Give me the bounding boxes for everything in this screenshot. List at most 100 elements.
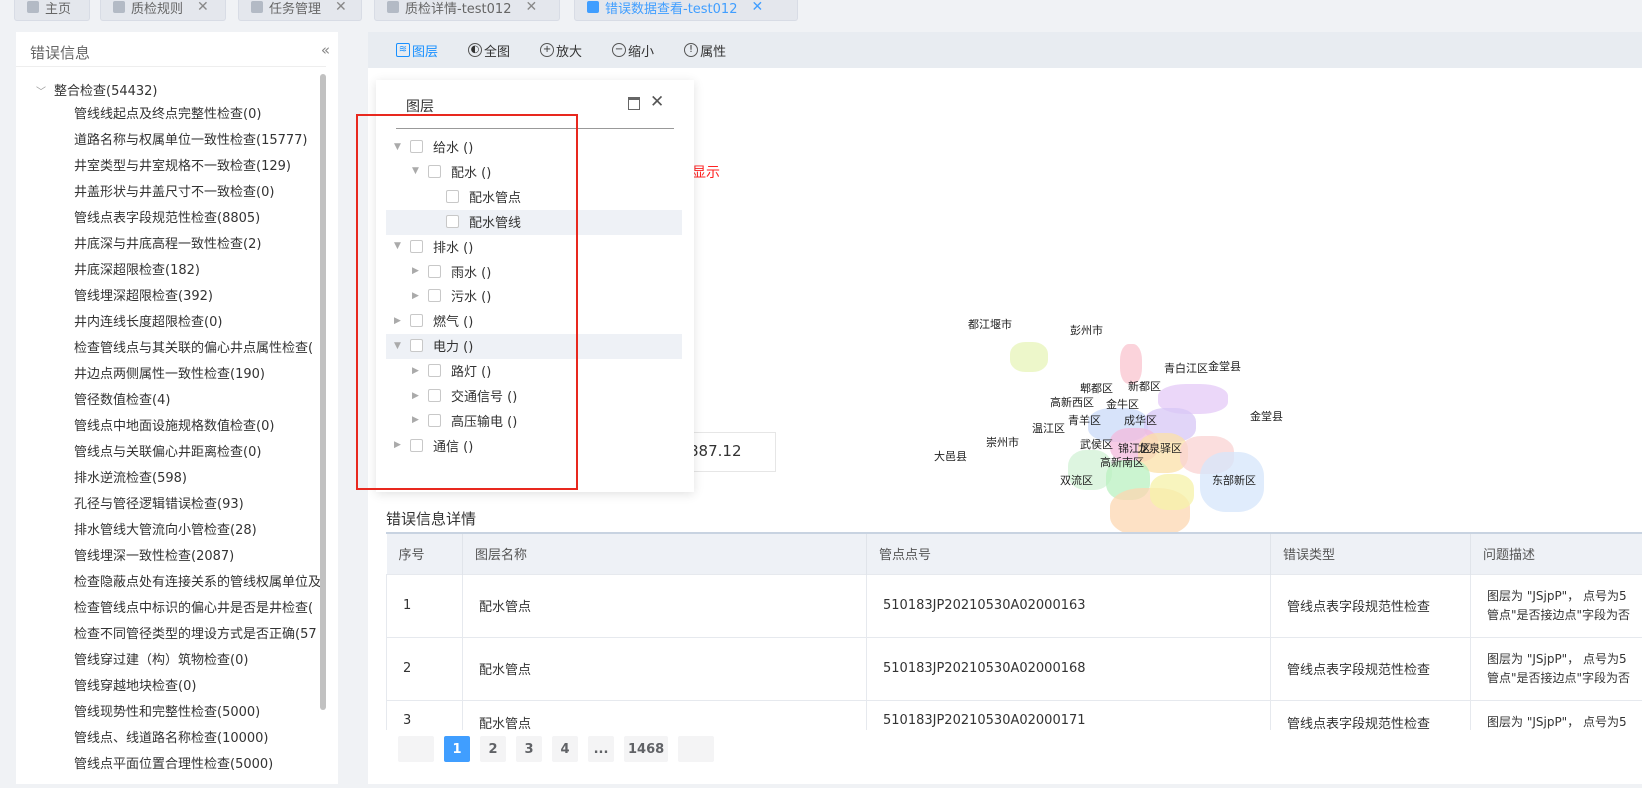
tab-label: 质检规则	[131, 1, 184, 17]
tree-item[interactable]: 管线点、线道路名称检查(10000)	[74, 729, 338, 755]
column-header[interactable]: 图层名称	[462, 534, 867, 574]
tree-item[interactable]: 井底深超限检查(182)	[74, 261, 338, 287]
column-header[interactable]: 序号	[386, 534, 463, 574]
trash-icon[interactable]	[628, 97, 640, 110]
page-button[interactable]: 3	[516, 736, 542, 762]
tree-item[interactable]: 井底深与井底高程一致性检查(2)	[74, 235, 338, 261]
tree-item[interactable]: 孔径与管径逻辑错误检查(93)	[74, 495, 338, 521]
cell-id: 510183JP20210530A02000168	[866, 636, 1271, 701]
tree-item[interactable]: 管线穿过建（构）筑物检查(0)	[74, 651, 338, 677]
detail-title: 错误信息详情	[386, 510, 477, 528]
check-list: 管线线起点及终点完整性检查(0) 道路名称与权属单位一致性检查(15777) 井室类…	[74, 105, 338, 781]
column-header[interactable]: 管点点号	[866, 534, 1271, 574]
tree-item[interactable]: 管径数值检查(4)	[74, 391, 338, 417]
layers-button[interactable]: ≋ 图层	[396, 41, 438, 60]
annotation-box	[356, 114, 578, 490]
cell-no: 3	[386, 699, 463, 733]
tree-item[interactable]: 井边点两侧属性一致性检查(190)	[74, 365, 338, 391]
table-row[interactable]: 3 配水管点 510183JP20210530A02000171 管线点表字段规…	[386, 699, 1642, 733]
map-label: 新都区	[1128, 380, 1161, 393]
tab-task-management[interactable]: 任务管理 ✕	[238, 0, 362, 21]
tree-item[interactable]: 道路名称与权属单位一致性检查(15777)	[74, 131, 338, 157]
cell-desc: 图层为 "JSjpP"， 点号为5	[1470, 699, 1642, 733]
more-pages-button[interactable]: ...	[588, 736, 614, 762]
desc-line: 图层为 "JSjpP"， 点号为5	[1487, 651, 1627, 666]
zoom-in-button[interactable]: + 放大	[540, 41, 582, 60]
double-chevron-left-icon[interactable]: «	[321, 41, 330, 59]
tree-item[interactable]: 检查管线点中标识的偏心井是否是井检查(	[74, 599, 338, 625]
map-toolbar: ≋ 图层 ◐ 全图 + 放大 − 缩小 ! 属性	[368, 32, 1642, 68]
page-button[interactable]: 2	[480, 736, 506, 762]
tree-item[interactable]: 管线线起点及终点完整性检查(0)	[74, 105, 338, 131]
tree-item[interactable]: 井内连线长度超限检查(0)	[74, 313, 338, 339]
document-icon	[113, 1, 125, 13]
tree-item[interactable]: 管线点与关联偏心井距离检查(0)	[74, 443, 338, 469]
close-icon[interactable]: ✕	[197, 0, 209, 15]
tree-item[interactable]: 排水管线大管流向小管检查(28)	[74, 521, 338, 547]
chevron-down-icon[interactable]: ﹀	[36, 83, 48, 98]
table-row[interactable]: 2 配水管点 510183JP20210530A02000168 管线点表字段规…	[386, 636, 1642, 701]
next-page-button[interactable]	[678, 736, 715, 762]
close-icon[interactable]: ✕	[525, 0, 537, 15]
tree-item[interactable]: 管线点表字段规范性检查(8805)	[74, 209, 338, 235]
prev-page-button[interactable]	[398, 736, 434, 762]
cell-type: 管线点表字段规范性检查	[1270, 699, 1471, 733]
map-label: 彭州市	[1070, 324, 1103, 337]
close-icon[interactable]: ✕	[751, 0, 763, 15]
cell-layer: 配水管点	[462, 573, 867, 638]
tree-item[interactable]: 管线点中地面设施规格数值检查(0)	[74, 417, 338, 443]
zoom-out-label: 缩小	[628, 44, 655, 60]
map-label: 金牛区	[1106, 398, 1139, 411]
zoom-out-button[interactable]: − 缩小	[612, 41, 654, 60]
panel-title: 错误信息	[30, 44, 91, 62]
cell-desc: 图层为 "JSjpP"， 点号为5 管点"是否接边点"字段为否	[1470, 636, 1642, 701]
cell-layer: 配水管点	[462, 699, 867, 733]
properties-button[interactable]: ! 属性	[684, 41, 726, 60]
tab-qc-rules[interactable]: 质检规则 ✕	[100, 0, 226, 21]
tab-home[interactable]: 主页	[14, 0, 90, 21]
tab-bar: 主页 质检规则 ✕ 任务管理 ✕ 质检详情-test012 ✕ 错误数据查看-t…	[0, 0, 1642, 22]
tree-item[interactable]: 检查隐蔽点处有连接关系的管线权属单位及	[74, 573, 338, 599]
page-button[interactable]: 1	[444, 736, 470, 762]
close-icon[interactable]: ✕	[335, 0, 347, 15]
table-row[interactable]: 1 配水管点 510183JP20210530A02000163 管线点表字段规…	[386, 573, 1642, 638]
tree-item[interactable]: 井盖形状与井盖尺寸不一致检查(0)	[74, 183, 338, 209]
document-search-icon	[587, 1, 599, 13]
tree-item[interactable]: 井室类型与井室规格不一致检查(129)	[74, 157, 338, 183]
map-label: 金堂县	[1208, 360, 1241, 373]
column-header[interactable]: 问题描述	[1470, 534, 1642, 574]
cell-no: 1	[386, 573, 463, 638]
scrollbar[interactable]	[320, 74, 326, 710]
map-label: 东部新区	[1212, 474, 1256, 487]
layers-label: 图层	[412, 44, 439, 60]
tree-root-label: 整合检查(54432)	[54, 84, 158, 99]
desc-line: 图层为 "JSjpP"， 点号为5	[1487, 588, 1627, 603]
page-button[interactable]: 4	[552, 736, 578, 762]
column-header[interactable]: 错误类型	[1270, 534, 1471, 574]
tree-item[interactable]: 检查不同管径类型的埋设方式是否正确(57	[74, 625, 338, 651]
tree-item[interactable]: 管线埋深超限检查(392)	[74, 287, 338, 313]
map-label: 温江区	[1032, 422, 1065, 435]
fullview-button[interactable]: ◐ 全图	[468, 41, 510, 60]
tree-item[interactable]: 检查管线点与其关联的偏心井点属性检查(	[74, 339, 338, 365]
desc-line: 管点"是否接边点"字段为否	[1487, 607, 1631, 622]
home-icon	[27, 1, 39, 13]
map-region	[1010, 342, 1048, 372]
page-button[interactable]: 1468	[624, 736, 669, 762]
map-label: 青白江区	[1164, 362, 1208, 375]
tab-label: 任务管理	[269, 1, 322, 17]
map-label: 青羊区	[1068, 414, 1101, 427]
tree-item[interactable]: 管线穿越地块检查(0)	[74, 677, 338, 703]
close-icon[interactable]: ✕	[650, 92, 664, 112]
tree-item[interactable]: 管线埋深一致性检查(2087)	[74, 547, 338, 573]
tab-label: 主页	[45, 1, 72, 17]
tree-root[interactable]: ﹀ 整合检查(54432)	[36, 80, 158, 99]
tree-item[interactable]: 管线点平面位置合理性检查(5000)	[74, 755, 338, 781]
tab-qc-detail[interactable]: 质检详情-test012 ✕	[374, 0, 560, 21]
tab-error-data[interactable]: 错误数据查看-test012 ✕	[574, 0, 798, 21]
zoom-in-label: 放大	[556, 44, 583, 60]
tree-item[interactable]: 排水逆流检查(598)	[74, 469, 338, 495]
document-icon	[387, 1, 399, 13]
tab-label: 质检详情-test012	[405, 1, 512, 17]
tree-item[interactable]: 管线现势性和完整性检查(5000)	[74, 703, 338, 729]
